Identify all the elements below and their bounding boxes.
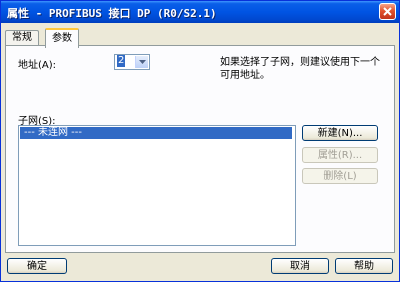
- help-button[interactable]: 帮助: [335, 258, 393, 274]
- ok-button[interactable]: 确定: [7, 258, 67, 274]
- properties-button[interactable]: 属性(R)...: [302, 147, 378, 163]
- address-value: 2: [117, 55, 126, 67]
- close-icon: [383, 7, 392, 16]
- chevron-down-icon: [139, 60, 146, 64]
- tab-panel: 地址(A): 2 如果选择了子网，则建议使用下一个可用地址。 子网(S): --…: [5, 45, 395, 253]
- delete-button[interactable]: 删除(L): [302, 168, 378, 184]
- new-button[interactable]: 新建(N)...: [302, 125, 378, 141]
- properties-dialog: 属性 - PROFIBUS 接口 DP (R0/S2.1) 常规 参数 地址(A…: [0, 0, 400, 282]
- address-select[interactable]: 2: [114, 54, 150, 70]
- tab-parameters[interactable]: 参数: [45, 28, 79, 48]
- cancel-button[interactable]: 取消: [271, 258, 329, 274]
- address-label: 地址(A):: [18, 60, 57, 71]
- window-title: 属性 - PROFIBUS 接口 DP (R0/S2.1): [7, 7, 217, 20]
- subnet-list[interactable]: --- 未连网 ---: [18, 125, 296, 246]
- close-button[interactable]: [379, 3, 396, 20]
- tab-general[interactable]: 常规: [5, 30, 39, 45]
- dropdown-button[interactable]: [135, 56, 148, 68]
- list-item[interactable]: --- 未连网 ---: [20, 127, 292, 139]
- title-bar[interactable]: 属性 - PROFIBUS 接口 DP (R0/S2.1): [1, 1, 399, 23]
- address-hint: 如果选择了子网，则建议使用下一个可用地址。: [220, 57, 380, 81]
